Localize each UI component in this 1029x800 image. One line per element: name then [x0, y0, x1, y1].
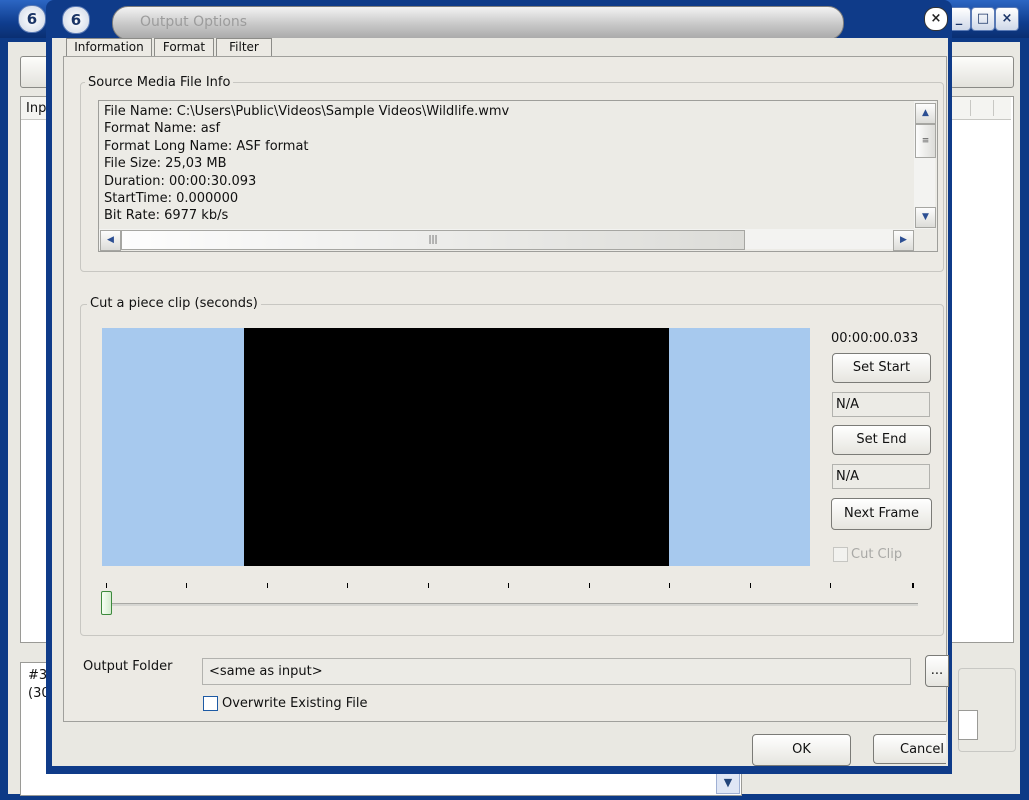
- slider-tick: [508, 583, 509, 588]
- tab-information[interactable]: Information: [66, 38, 152, 57]
- current-time-label: 00:00:00.033: [831, 331, 919, 346]
- browse-folder-button[interactable]: ...: [925, 655, 949, 687]
- info-line-format-name: Format Name: asf: [104, 121, 221, 136]
- info-line-bit-rate: Bit Rate: 6977 kb/s: [104, 208, 229, 223]
- slider-tick: [669, 583, 670, 588]
- tab-format[interactable]: Format: [154, 38, 214, 57]
- list-header-divider: [993, 100, 994, 116]
- scroll-right-icon[interactable]: ▶: [893, 230, 914, 251]
- background-input[interactable]: [958, 710, 978, 740]
- app-logo-icon: 6: [18, 5, 46, 33]
- window-close-icon[interactable]: ×: [995, 7, 1019, 31]
- info-line-start-time: StartTime: 0.000000: [104, 191, 239, 206]
- info-line-file-name: File Name: C:\Users\Public\Videos\Sample…: [104, 104, 510, 119]
- scroll-down-icon[interactable]: ▼: [915, 207, 936, 228]
- next-frame-button[interactable]: Next Frame: [831, 498, 932, 530]
- cancel-button[interactable]: Cancel: [873, 734, 946, 764]
- overwrite-label: Overwrite Existing File: [222, 696, 368, 711]
- slider-tick: [589, 583, 590, 588]
- clip-slider-thumb[interactable]: [101, 591, 112, 615]
- overwrite-checkbox[interactable]: [203, 696, 218, 711]
- end-value-field[interactable]: N/A: [832, 464, 930, 489]
- output-folder-input[interactable]: <same as input>: [202, 658, 911, 685]
- slider-tick: [106, 583, 107, 588]
- list-header-divider: [970, 100, 971, 116]
- scroll-up-icon[interactable]: ▲: [915, 103, 936, 124]
- slider-tick: [267, 583, 268, 588]
- tab-filter[interactable]: Filter: [216, 38, 272, 57]
- slider-tick: [347, 583, 348, 588]
- horizontal-scroll-thumb[interactable]: |||: [121, 230, 745, 250]
- ok-button[interactable]: OK: [752, 734, 851, 766]
- vertical-scroll-thumb[interactable]: ≡: [915, 124, 936, 158]
- dialog-logo-icon: 6: [62, 6, 90, 34]
- info-line-duration: Duration: 00:00:30.093: [104, 174, 257, 189]
- info-line-file-size: File Size: 25,03 MB: [104, 156, 227, 171]
- slider-tick: [750, 583, 751, 588]
- info-line-format-long-name: Format Long Name: ASF format: [104, 139, 309, 154]
- dialog-close-icon[interactable]: ×: [924, 7, 948, 31]
- output-folder-label: Output Folder: [83, 659, 173, 674]
- cut-clip-checkbox[interactable]: [833, 547, 848, 562]
- source-info-group-label: Source Media File Info: [85, 75, 234, 90]
- start-value-field[interactable]: N/A: [832, 392, 930, 417]
- set-start-button[interactable]: Set Start: [832, 353, 931, 383]
- cut-clip-label: Cut Clip: [851, 547, 903, 562]
- slider-tick: [186, 583, 187, 588]
- set-end-button[interactable]: Set End: [832, 425, 931, 455]
- video-frame: [244, 328, 669, 566]
- maximize-icon[interactable]: □: [971, 7, 995, 31]
- background-toolbar-button-right[interactable]: [950, 56, 1014, 88]
- cut-clip-group-label: Cut a piece clip (seconds): [87, 296, 261, 311]
- scroll-left-icon[interactable]: ◀: [100, 230, 121, 251]
- chevron-down-icon[interactable]: ▼: [716, 772, 740, 794]
- slider-tick: [428, 583, 429, 588]
- clip-slider-track[interactable]: [106, 603, 918, 606]
- log-line: #3: [28, 668, 48, 683]
- dialog-title: Output Options: [140, 14, 248, 30]
- slider-tick: [830, 583, 831, 588]
- background-list-header-label: Inp: [26, 101, 47, 116]
- slider-tick: [912, 583, 914, 588]
